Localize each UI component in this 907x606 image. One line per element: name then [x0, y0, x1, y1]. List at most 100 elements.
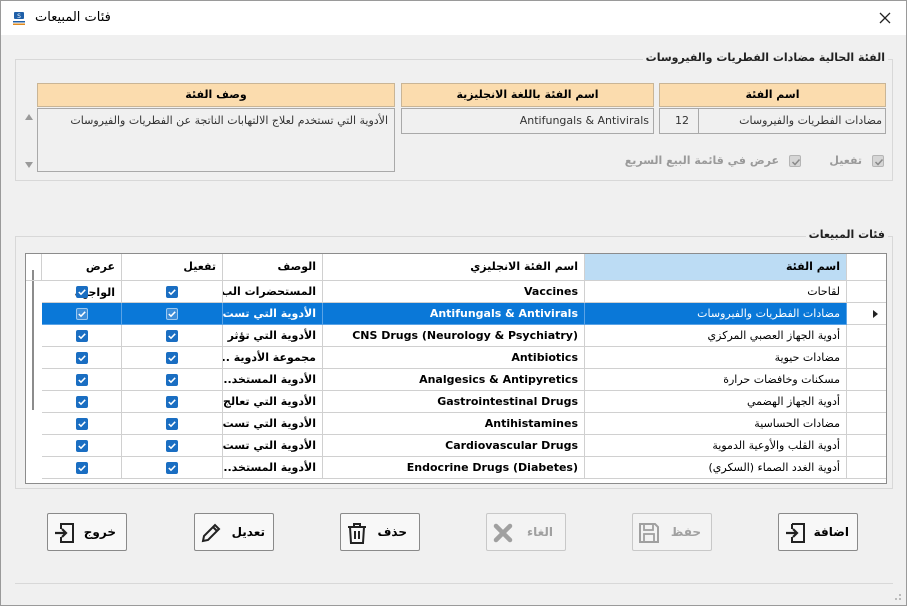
checkbox-checked[interactable]: [75, 308, 88, 320]
categories-grid[interactable]: عرض الواجهة تفعيل الوصف اسم الفئة الانجل…: [25, 253, 887, 484]
checkmark-icon: [791, 158, 801, 166]
checkbox-checked[interactable]: [75, 440, 88, 452]
cell-active[interactable]: [122, 435, 223, 457]
scroll-up-icon[interactable]: [25, 114, 33, 120]
cancel-button[interactable]: الغاء: [486, 513, 566, 551]
checkbox-checked[interactable]: [75, 374, 88, 386]
checkmark-icon: [168, 421, 176, 428]
checkbox-checked[interactable]: [166, 286, 178, 298]
table-row[interactable]: الأدوية التي تست...Antifungals & Antivir…: [42, 303, 886, 325]
checkmark-icon: [168, 399, 176, 406]
add-button[interactable]: اضافة: [778, 513, 858, 551]
cell-frontend[interactable]: [42, 391, 122, 413]
checkbox-checked[interactable]: [166, 352, 178, 364]
cell-active[interactable]: [122, 391, 223, 413]
active-checkbox[interactable]: [872, 155, 884, 167]
edit-button[interactable]: تعديل: [194, 513, 274, 551]
column-header-spacer: [847, 254, 886, 281]
column-header-frontend[interactable]: عرض الواجهة: [42, 254, 122, 299]
cell-english-name: Endocrine Drugs (Diabetes): [323, 457, 585, 479]
checkbox-checked[interactable]: [75, 396, 88, 408]
checkmark-icon: [168, 355, 176, 362]
english-name-header: اسم الفئة باللغة الانجليزية: [401, 83, 654, 107]
checkbox-checked[interactable]: [166, 440, 178, 452]
cell-description: الأدوية التي تست...: [223, 413, 323, 435]
cell-spacer: [847, 457, 886, 479]
cell-active[interactable]: [122, 303, 223, 325]
checkbox-checked[interactable]: [166, 374, 178, 386]
cell-frontend[interactable]: [42, 413, 122, 435]
scroll-down-icon[interactable]: [25, 162, 33, 168]
cell-description: الأدوية التي تست...: [223, 303, 323, 325]
checkbox-checked[interactable]: [166, 396, 178, 408]
close-button[interactable]: [870, 4, 900, 32]
exit-icon: [55, 523, 74, 543]
login-icon: [786, 523, 805, 543]
active-label: تفعيل: [829, 154, 862, 167]
column-header-active[interactable]: تفعيل: [122, 254, 223, 281]
cell-english-name: Cardiovascular Drugs: [323, 435, 585, 457]
cell-name: مضادات الحساسية: [585, 413, 847, 435]
exit-button-label: خروج: [83, 525, 116, 539]
checkbox-checked[interactable]: [75, 352, 88, 364]
cell-name: مسكنات وخافضات حرارة: [585, 369, 847, 391]
column-header-description[interactable]: الوصف: [223, 254, 323, 281]
checkbox-checked[interactable]: [166, 308, 178, 320]
grid-scrollbar[interactable]: [32, 270, 34, 410]
checkbox-checked[interactable]: [75, 330, 88, 342]
resize-grip-icon[interactable]: [892, 591, 902, 601]
checkbox-checked[interactable]: [166, 462, 178, 474]
cell-active[interactable]: [122, 369, 223, 391]
checkbox-checked[interactable]: [75, 286, 88, 298]
category-name-value: مضادات الفطريات والفيروسات: [739, 114, 882, 127]
column-header-name[interactable]: اسم الفئة: [585, 254, 847, 281]
cell-active[interactable]: [122, 281, 223, 303]
table-row[interactable]: مجموعة الأدوية ... Antibiotics مضادات حيوي…: [42, 347, 886, 369]
save-button[interactable]: حفظ: [632, 513, 712, 551]
cell-frontend[interactable]: [42, 369, 122, 391]
exit-button[interactable]: خروج: [47, 513, 127, 551]
checkmark-icon: [168, 333, 176, 340]
table-row[interactable]: الأدوية التي تست...Cardiovascular Drugsأ…: [42, 435, 886, 457]
cell-name: أدوية القلب والأوعية الدموية: [585, 435, 847, 457]
checkbox-checked[interactable]: [75, 462, 88, 474]
cell-frontend[interactable]: [42, 303, 122, 325]
checkmark-icon: [77, 355, 86, 362]
cell-active[interactable]: [122, 325, 223, 347]
table-row[interactable]: المستحضرات الب...Vaccinesلقاحات: [42, 281, 886, 303]
cell-active[interactable]: [122, 413, 223, 435]
table-row[interactable]: الأدوية التي تعالج...Gastrointestinal Dr…: [42, 391, 886, 413]
cell-frontend[interactable]: [42, 457, 122, 479]
column-header-english-name[interactable]: اسم الفئة الانجليزي: [323, 254, 585, 281]
cell-frontend[interactable]: [42, 435, 122, 457]
cell-frontend[interactable]: [42, 325, 122, 347]
sales-categories-window: S فئات المبيعات الفئة الحالية مضادات الف…: [0, 0, 907, 606]
cell-english-name: CNS Drugs (Neurology & Psychiatry): [323, 325, 585, 347]
checkbox-checked[interactable]: [75, 418, 88, 430]
cell-spacer: [847, 325, 886, 347]
cell-active[interactable]: [122, 457, 223, 479]
cell-active[interactable]: [122, 347, 223, 369]
grid-corner: [26, 254, 42, 281]
delete-button-label: حذف: [377, 525, 407, 539]
table-row[interactable]: الأدوية التي تست...Antihistaminesمضادات …: [42, 413, 886, 435]
cell-frontend[interactable]: [42, 281, 122, 303]
table-row[interactable]: الأدوية المستخد... Endocrine Drugs (Diabe…: [42, 457, 886, 479]
quick-sale-checkbox[interactable]: [789, 155, 801, 167]
table-row[interactable]: الأدوية التي تؤثر ...CNS Drugs (Neurolog…: [42, 325, 886, 347]
checkmark-icon: [168, 465, 176, 472]
cell-frontend[interactable]: [42, 347, 122, 369]
cell-english-name: Analgesics & Antipyretics: [323, 369, 585, 391]
close-icon: [879, 12, 891, 24]
cell-english-name: Antihistamines: [323, 413, 585, 435]
save-icon: [639, 523, 659, 543]
checkmark-icon: [77, 289, 86, 296]
cell-spacer: [847, 391, 886, 413]
checkmark-icon: [77, 311, 86, 318]
checkbox-checked[interactable]: [166, 418, 178, 430]
checkmark-icon: [168, 443, 176, 450]
checkbox-checked[interactable]: [166, 330, 178, 342]
table-row[interactable]: الأدوية المستخد... Analgesics & Antipyret…: [42, 369, 886, 391]
delete-button[interactable]: حذف: [340, 513, 420, 551]
cell-name: لقاحات: [585, 281, 847, 303]
